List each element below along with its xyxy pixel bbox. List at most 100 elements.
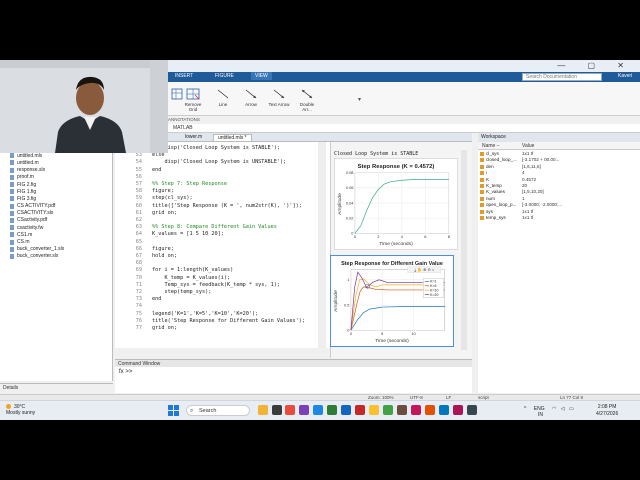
file-item[interactable]: CS ACTIVITY.pdf (0, 203, 112, 210)
code-line[interactable]: 72 step(temp_sys); (115, 289, 320, 296)
text-arrow-button[interactable]: Text Arrow (267, 88, 291, 107)
code-line[interactable]: 54 disp('Closed Loop System is UNSTABLE'… (115, 159, 320, 166)
app-icon-1[interactable] (285, 405, 295, 415)
code-line[interactable]: 68 (115, 260, 320, 267)
step-response-figure[interactable]: Step Response (K = 0.4572) Time (seconds… (334, 158, 458, 250)
code-line[interactable]: 57 %% Step 7: Step Response (115, 181, 320, 188)
app-icon-3[interactable] (327, 405, 337, 415)
code-line[interactable]: 60 title(['Step Response (K = ', num2str(… (115, 203, 320, 210)
double-arrow-button[interactable]: Double Arr... (295, 88, 319, 112)
wifi-icon[interactable]: ◠ (552, 406, 556, 412)
volume-icon[interactable]: ◁ (561, 406, 565, 412)
file-item[interactable]: FIG 2.fig (0, 181, 112, 188)
line-button[interactable]: Line (211, 88, 235, 107)
app-icon-11[interactable] (453, 405, 463, 415)
workspace-value-col[interactable]: Value (522, 143, 534, 149)
app-icon-10[interactable] (439, 405, 449, 415)
code-editor[interactable]: 52 disp('Closed Loop System is STABLE');… (115, 142, 330, 348)
window-controls[interactable]: — ▢ ✕ (557, 61, 634, 70)
app-icon-5[interactable] (355, 405, 365, 415)
file-item[interactable]: untitled.mlx (0, 152, 112, 159)
file-item[interactable]: CS.m (0, 238, 112, 245)
code-text: disp('Closed Loop System is STABLE'); (152, 145, 281, 151)
code-line[interactable]: 62 (115, 217, 320, 224)
figure-toolbar[interactable]: ⤓ ✋ ⊕ ⊖ ⌂ (407, 266, 442, 273)
app-icon-4[interactable] (341, 405, 351, 415)
file-item[interactable]: FIG 3.fig (0, 195, 112, 202)
line-number: 73 (135, 296, 142, 303)
app-icon-12[interactable] (467, 405, 477, 415)
variable-icon (480, 164, 484, 169)
taskview-icon[interactable] (272, 405, 282, 415)
command-window[interactable]: fx >> (115, 367, 472, 393)
workspace-row[interactable]: temp_sys 1x1 tf (478, 215, 640, 221)
file-item[interactable]: proof.m (0, 174, 112, 181)
code-line[interactable]: 56 (115, 174, 320, 181)
code-line[interactable]: 59 step(cl_sys); (115, 195, 320, 202)
command-prompt[interactable]: fx >> (119, 369, 132, 375)
tab-view[interactable]: VIEW (251, 72, 272, 80)
file-item[interactable]: buck_converter.slx (0, 253, 112, 260)
file-item[interactable]: csactivity.fw (0, 224, 112, 231)
weather-widget[interactable]: 30°C Mostly sunny (6, 404, 35, 416)
app-icon-2[interactable] (299, 405, 309, 415)
address-bar[interactable]: MATLAB (165, 124, 640, 133)
file-item[interactable]: FIG 1.fig (0, 188, 112, 195)
file-item[interactable]: CSACTIVITY.slx (0, 210, 112, 217)
remove-grid-button[interactable]: Remove Grid (181, 88, 205, 112)
clock[interactable]: 2:08 PM 4/27/2026 (596, 404, 618, 417)
file-item[interactable]: response.slx (0, 167, 112, 174)
code-line[interactable]: 66 figure; (115, 246, 320, 253)
gain-comparison-figure[interactable]: Step Response for Different Gain Value T… (330, 255, 454, 347)
file-item[interactable]: buck_converter_1.slx (0, 246, 112, 253)
code-line[interactable]: 71 Temp_sys = feedback(K_temp * sys, 1); (115, 282, 320, 289)
file-explorer-icon[interactable] (258, 405, 268, 415)
code-line[interactable]: 58 figure; (115, 188, 320, 195)
tab-figure[interactable]: FIGURE (215, 73, 234, 79)
code-line[interactable]: 53 else (115, 152, 320, 159)
arrow-button[interactable]: Arrow (239, 88, 263, 107)
code-line[interactable]: 67 hold on; (115, 253, 320, 260)
edge-icon[interactable] (313, 405, 323, 415)
ribbon-more-chevron-icon[interactable]: ▾ (358, 96, 361, 103)
code-line[interactable]: 70 K_temp = K_values(i); (115, 275, 320, 282)
details-panel-header[interactable]: Details (0, 383, 113, 393)
code-line[interactable]: 61 grid on; (115, 210, 320, 217)
variable-icon (480, 171, 484, 176)
code-line[interactable]: 64 K_values = [1 5 10 20]; (115, 231, 320, 238)
tab-untitled-mlx[interactable]: untitled.mlx * (213, 134, 252, 141)
windows-taskbar: 30°C Mostly sunny ⌕ Search ^ ENG IN ◠ ◁ … (0, 400, 640, 420)
code-line[interactable]: 74 (115, 303, 320, 310)
figure-toolbar-icons[interactable]: ⤓ ✋ ⊕ ⊖ ⌂ (414, 267, 434, 272)
editor-scrollbar[interactable] (318, 142, 326, 348)
code-line[interactable]: 77 grid on; (115, 325, 320, 332)
code-text: title(['Step Response (K = ', num2str(K)… (152, 202, 302, 209)
code-text: step(cl_sys); (152, 195, 193, 202)
code-line[interactable]: 75 legend('K=1','K=5','K=10','K=20'); (115, 311, 320, 318)
output-scrollbar[interactable] (461, 150, 467, 350)
app-icon-7[interactable] (383, 405, 393, 415)
taskbar-search[interactable]: ⌕ Search (186, 405, 250, 416)
file-item[interactable]: CSactivity.pdf (0, 217, 112, 224)
search-documentation-input[interactable]: Search Documentation (522, 73, 602, 81)
file-item[interactable]: CS1.m (0, 231, 112, 238)
app-icon-9[interactable] (411, 405, 421, 415)
code-line[interactable]: 69 for i = 1:length(K_values) (115, 267, 320, 274)
tab-insert[interactable]: INSERT (175, 73, 193, 79)
workspace-name-col[interactable]: Name − (482, 143, 500, 149)
code-line[interactable]: 55 end (115, 167, 320, 174)
app-icon-8[interactable] (397, 405, 407, 415)
tab-lower-m[interactable]: lower.m (181, 134, 206, 140)
app-icon-6[interactable] (369, 405, 379, 415)
system-tray[interactable]: ^ ENG IN ◠ ◁ ▭ (524, 406, 574, 418)
file-item[interactable]: untitled.m (0, 159, 112, 166)
code-line[interactable]: 76 title('Step Response for Different Gai… (115, 318, 320, 325)
code-line[interactable]: 63 %% Step 8: Compare Different Gain Valu… (115, 224, 320, 231)
code-line[interactable]: 65 (115, 239, 320, 246)
matlab-icon[interactable] (425, 405, 435, 415)
user-menu[interactable]: Kaveri (618, 73, 632, 79)
tray-chevron-icon[interactable]: ^ (524, 406, 526, 412)
code-line[interactable]: 73 end (115, 296, 320, 303)
windows-start-icon[interactable] (168, 405, 179, 416)
battery-icon[interactable]: ▭ (569, 406, 574, 412)
